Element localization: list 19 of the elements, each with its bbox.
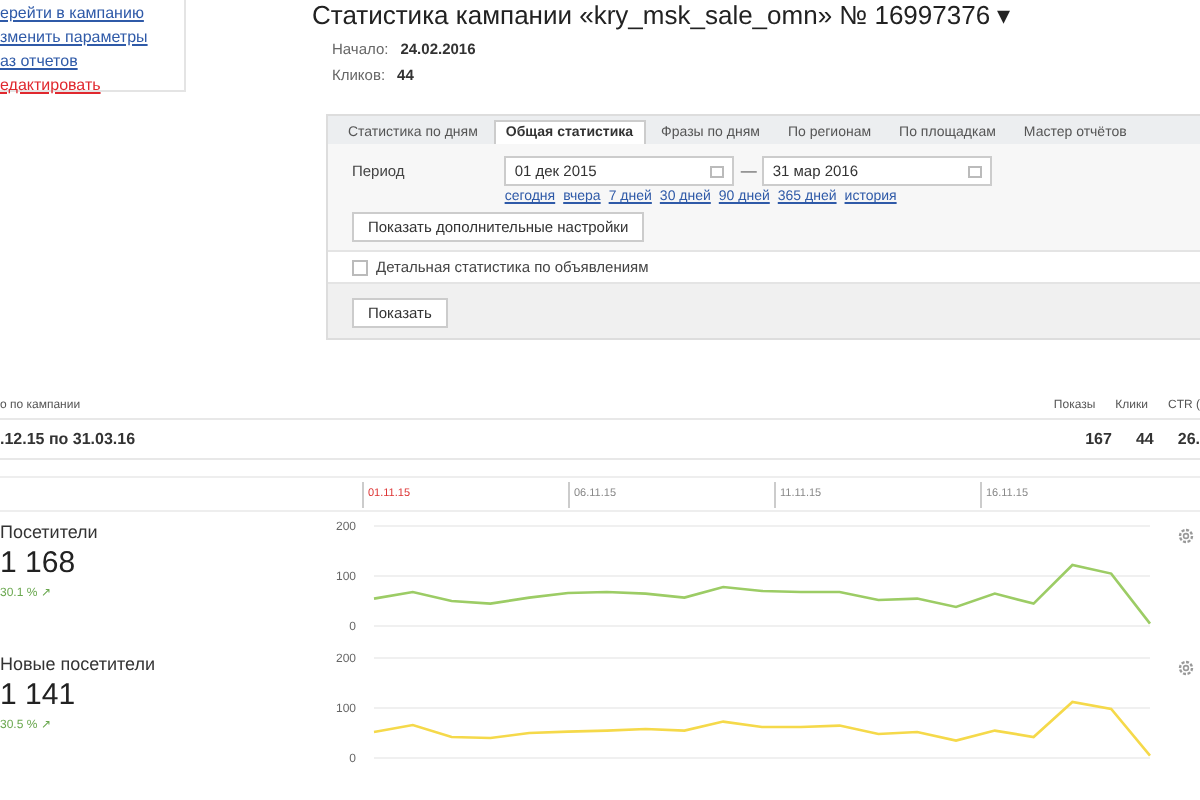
- settings-icon[interactable]: [1176, 658, 1196, 678]
- summary-value: 44: [1135, 430, 1154, 448]
- checkbox[interactable]: [352, 259, 368, 275]
- summary-value: 26.: [1177, 430, 1200, 448]
- page-title: Статистика кампании «kry_msk_sale_omn» № 16997376 ▾: [312, 0, 1012, 30]
- metric-value: 1 141: [0, 678, 78, 712]
- calendar-icon: [710, 165, 725, 177]
- sidebar-link[interactable]: ерейти в кампанию: [0, 2, 184, 24]
- date-separator: —: [740, 162, 757, 180]
- metric-title: Посетители: [0, 522, 100, 542]
- sidebar-link[interactable]: едактировать: [0, 74, 184, 96]
- sidebar-link[interactable]: аз отчетов: [0, 50, 184, 72]
- summary-period: .12.15 по 31.03.16: [0, 430, 136, 448]
- metric-value: 1 168: [0, 546, 78, 580]
- sidebar-link[interactable]: зменить параметры: [0, 26, 184, 48]
- settings-icon[interactable]: [1176, 526, 1196, 546]
- summary-value: 167: [1085, 430, 1112, 448]
- metric-title: Новые посетители: [0, 654, 158, 674]
- calendar-icon: [968, 165, 983, 177]
